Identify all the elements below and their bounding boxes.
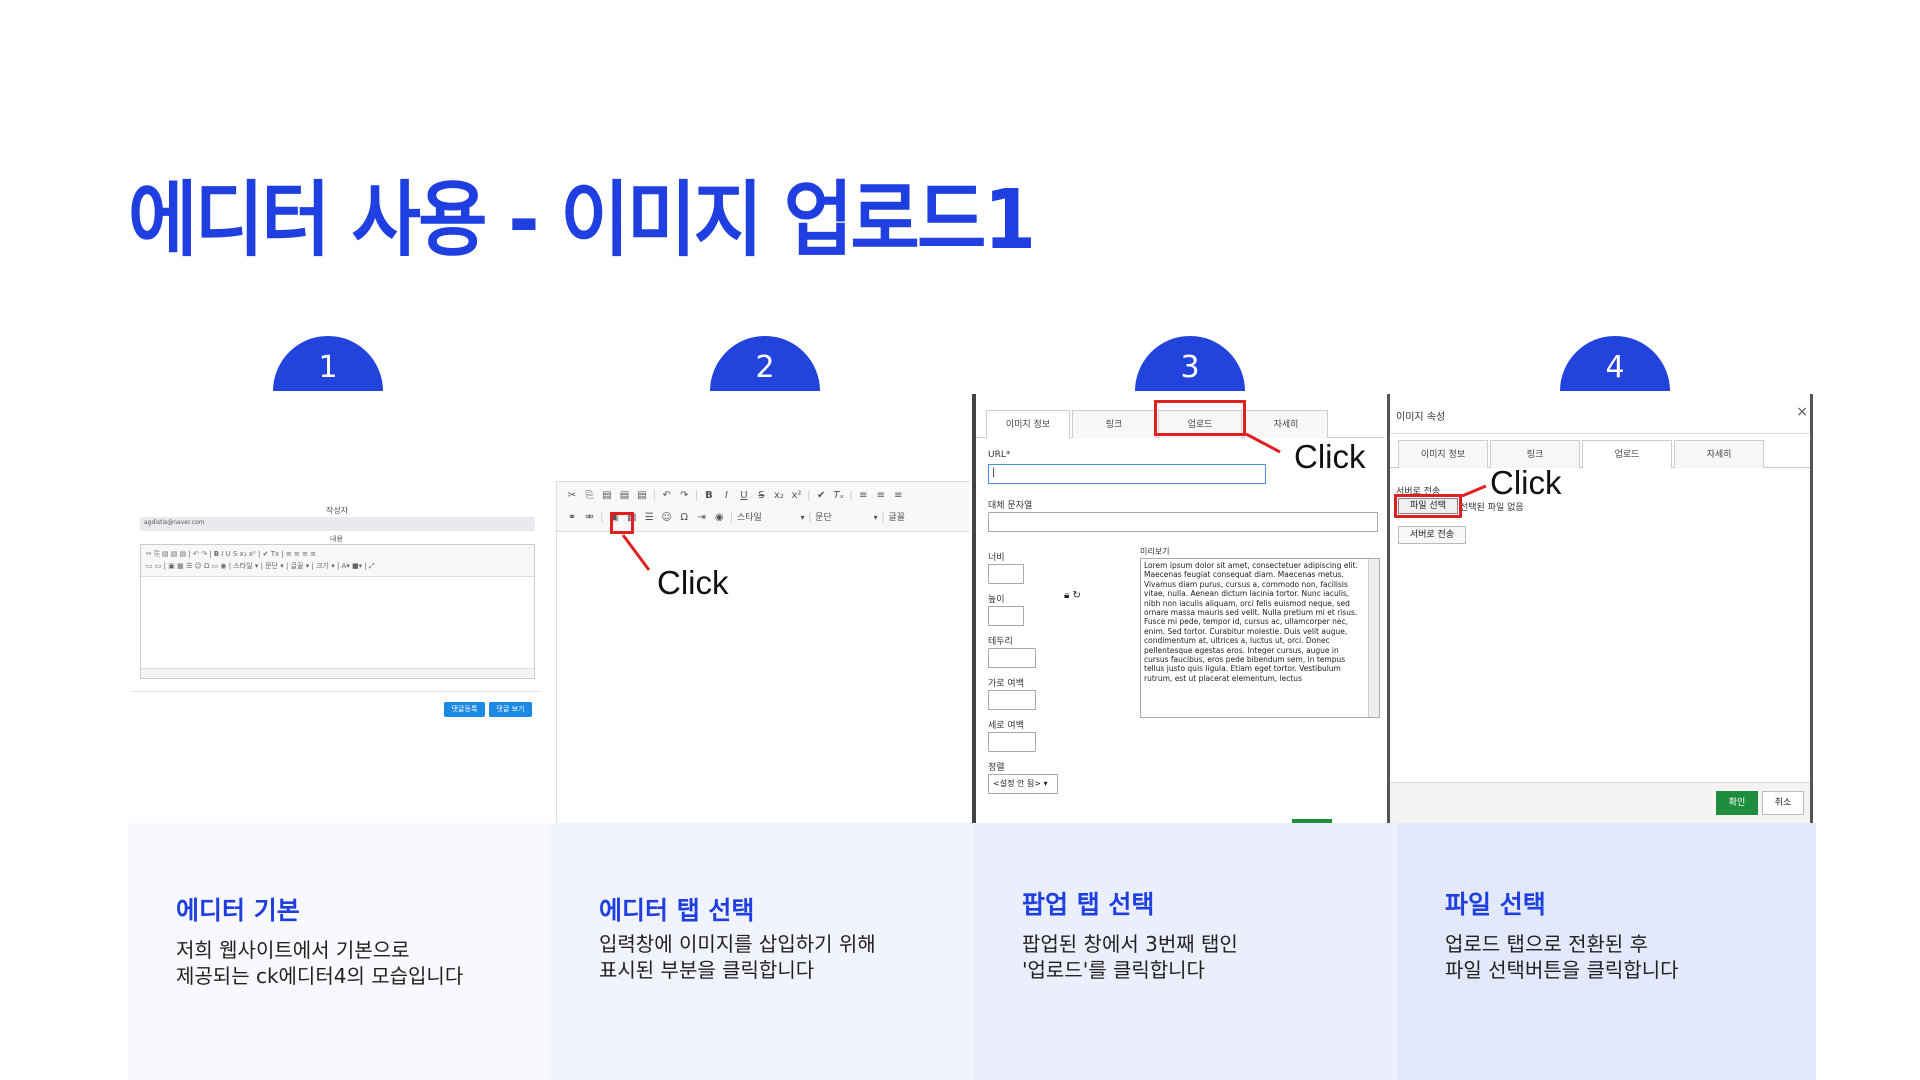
align-label: 정렬 — [988, 763, 1005, 773]
step-badge-2: 2 — [710, 336, 820, 391]
popup-tab-screenshot: 이미지 정보 링크 업로드 자세히 Click URL* | 대체 문자열 너비… — [972, 394, 1384, 826]
register-comment-button[interactable]: 댓글등록 — [444, 702, 485, 717]
width-field[interactable] — [988, 564, 1024, 584]
card-desc-line2: 표시된 부분을 클릭합니다 — [599, 958, 815, 982]
file-select-screenshot: 이미지 속성 × 이미지 정보 링크 업로드 자세히 서버로 전송 파일 선택 … — [1387, 394, 1813, 826]
step-badge-1: 1 — [273, 336, 383, 391]
preview-box: Lorem ipsum dolor sit amet, consectetuer… — [1140, 558, 1380, 718]
step-card-3: 팝업 탭 선택 팝업된 창에서 3번째 탭인 '업로드'를 클릭합니다 — [974, 823, 1397, 1080]
page-title: 에디터 사용 - 이미지 업로드1 — [128, 173, 1036, 268]
card-desc-line1: 저희 웹사이트에서 기본으로 — [176, 938, 410, 962]
view-comment-button[interactable]: 댓글 보기 — [489, 702, 532, 717]
ok-button[interactable]: 확인 — [1716, 791, 1758, 815]
card-desc-line1: 입력창에 이미지를 삽입하기 위해 — [599, 932, 876, 956]
click-arrow-line — [1461, 484, 1487, 498]
cancel-button[interactable]: 취소 — [1762, 791, 1804, 815]
border-field[interactable] — [988, 648, 1036, 668]
click-label-2: Click — [657, 564, 729, 601]
alt-text-field[interactable] — [988, 512, 1378, 532]
width-label: 너비 — [988, 553, 1005, 563]
editor-basic-screenshot: 작성자 agdistis@naver.com 내용 ✂ ⎘ ▤ ▤ ▤ | ↶ … — [130, 497, 540, 732]
card-title: 에디터 탭 선택 — [599, 896, 755, 925]
card-desc-line2: 제공되는 ck에디터4의 모습입니다 — [176, 964, 464, 988]
step-badge-4: 4 — [1560, 336, 1670, 391]
editor-frame: ✂ ⎘ ▤ ▤ ▤ | ↶ ↷ | B I U S x₂ x² | ✔ Tx |… — [140, 544, 535, 679]
card-desc-line2: '업로드'를 클릭합니다 — [1022, 958, 1205, 982]
click-label-3: Click — [1294, 438, 1366, 475]
card-desc-line1: 팝업된 창에서 3번째 탭인 — [1022, 932, 1238, 956]
hspace-label: 가로 여백 — [988, 679, 1024, 689]
hspace-field[interactable] — [988, 690, 1036, 710]
author-field[interactable]: agdistis@naver.com — [140, 517, 535, 531]
card-desc-line1: 업로드 탭으로 전환된 후 — [1445, 932, 1649, 956]
editor-toolbar-screenshot: ✂ ⎘ ▤ ▤ ▤ | ↶ ↷ | B I U S x₂ x² | ✔ Tₓ |… — [556, 481, 970, 826]
height-label: 높이 — [988, 595, 1005, 605]
editor-toolbar: ✂ ⎘ ▤ ▤ ▤ | ↶ ↷ | B I U S x₂ x² | ✔ Tx |… — [141, 545, 534, 577]
align-select[interactable]: <설정 안 됨> ▾ — [988, 774, 1058, 794]
vspace-field[interactable] — [988, 732, 1036, 752]
author-label: 작성자 — [326, 506, 349, 515]
dialog-footer: 확인 취소 — [1390, 782, 1810, 823]
card-title: 팝업 탭 선택 — [1022, 890, 1155, 919]
url-label: URL* — [988, 450, 1011, 460]
vspace-label: 세로 여백 — [988, 721, 1024, 731]
send-to-server-button[interactable]: 서버로 전송 — [1398, 526, 1466, 544]
height-field[interactable] — [988, 606, 1024, 626]
lock-ratio-icon[interactable]: 🔒︎ ↻ — [1064, 590, 1081, 601]
content-label: 내용 — [330, 535, 343, 543]
alt-text-label: 대체 문자열 — [988, 501, 1033, 511]
step-badge-3: 3 — [1135, 336, 1245, 391]
border-label: 테두리 — [988, 637, 1013, 647]
click-arrow-line — [621, 534, 651, 571]
card-desc-line2: 파일 선택버튼을 클릭합니다 — [1445, 958, 1679, 982]
step-card-2: 에디터 탭 선택 입력창에 이미지를 삽입하기 위해 표시된 부분을 클릭합니다 — [551, 823, 974, 1080]
url-field[interactable]: | — [988, 464, 1266, 484]
card-title: 파일 선택 — [1445, 890, 1546, 919]
card-title: 에디터 기본 — [176, 896, 300, 925]
preview-label: 미리보기 — [1140, 547, 1170, 556]
step-card-1: 에디터 기본 저희 웹사이트에서 기본으로 제공되는 ck에디터4의 모습입니다 — [128, 823, 551, 1080]
click-label-4: Click — [1490, 464, 1562, 501]
step-card-4: 파일 선택 업로드 탭으로 전환된 후 파일 선택버튼을 클릭합니다 — [1397, 823, 1816, 1080]
